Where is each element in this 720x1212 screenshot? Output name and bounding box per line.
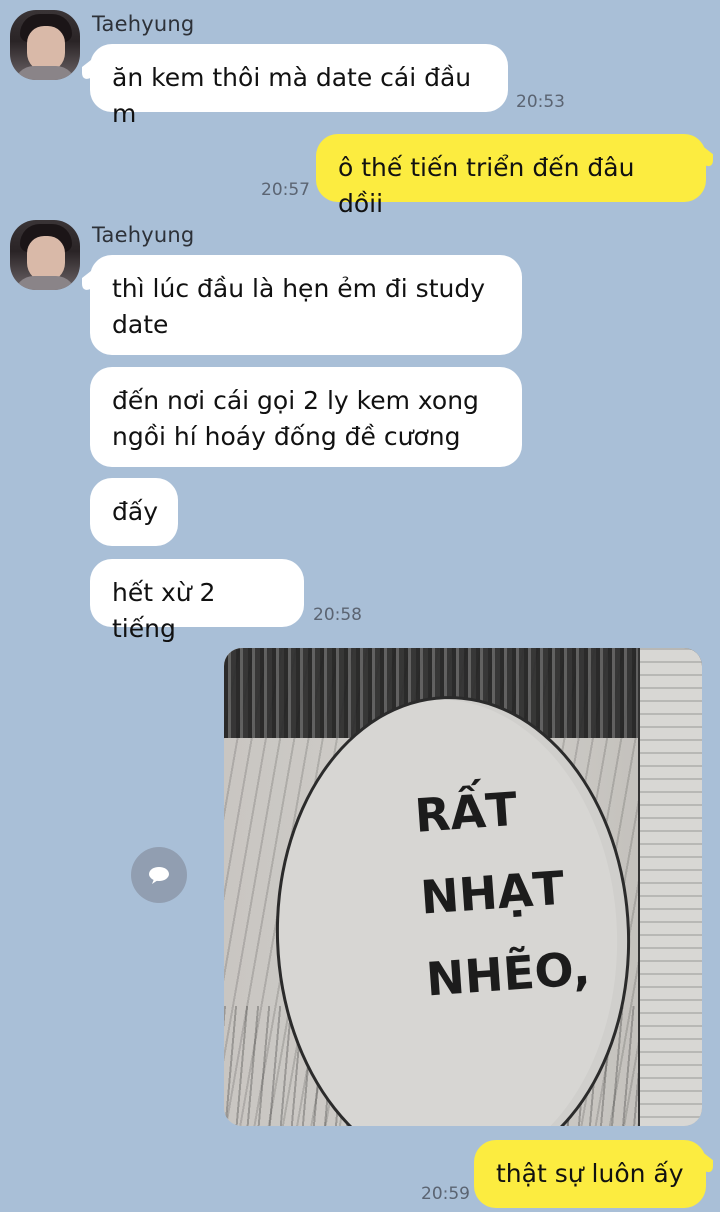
message-bubble-incoming[interactable]: hết xừ 2 tiếng <box>90 559 304 643</box>
share-button[interactable] <box>131 847 187 903</box>
message-time: 20:58 <box>313 605 362 625</box>
message-time: 20:53 <box>516 92 565 112</box>
chat-screen: Taehyung ăn kem thôi mà date cái đầu m 2… <box>0 0 720 1212</box>
image-message[interactable]: RẤT NHẠT NHẼO, <box>224 648 702 1126</box>
message-bubble-incoming[interactable]: ăn kem thôi mà date cái đầu m <box>90 44 508 128</box>
sender-name: Taehyung <box>92 223 195 247</box>
avatar-shirt <box>14 276 76 290</box>
sender-name: Taehyung <box>92 12 195 36</box>
speech-bubble-icon <box>149 867 169 884</box>
message-bubble-outgoing[interactable]: thật sự luôn ấy <box>474 1140 706 1208</box>
message-bubble-incoming[interactable]: đấy <box>90 478 178 546</box>
image-right-panel <box>638 648 702 1126</box>
message-time: 20:57 <box>261 180 310 200</box>
message-bubble-outgoing[interactable]: ô thế tiến triển đến đâu dồii <box>316 134 706 218</box>
message-time: 20:59 <box>421 1184 470 1204</box>
avatar[interactable] <box>10 10 80 80</box>
avatar[interactable] <box>10 220 80 290</box>
image-caption: RẤT NHẠT NHẼO, <box>412 781 592 1007</box>
avatar-shirt <box>14 66 76 80</box>
message-bubble-incoming[interactable]: đến nơi cái gọi 2 ly kem xong ngồi hí ho… <box>90 367 522 467</box>
message-bubble-incoming[interactable]: thì lúc đầu là hẹn ẻm đi study date <box>90 255 522 355</box>
